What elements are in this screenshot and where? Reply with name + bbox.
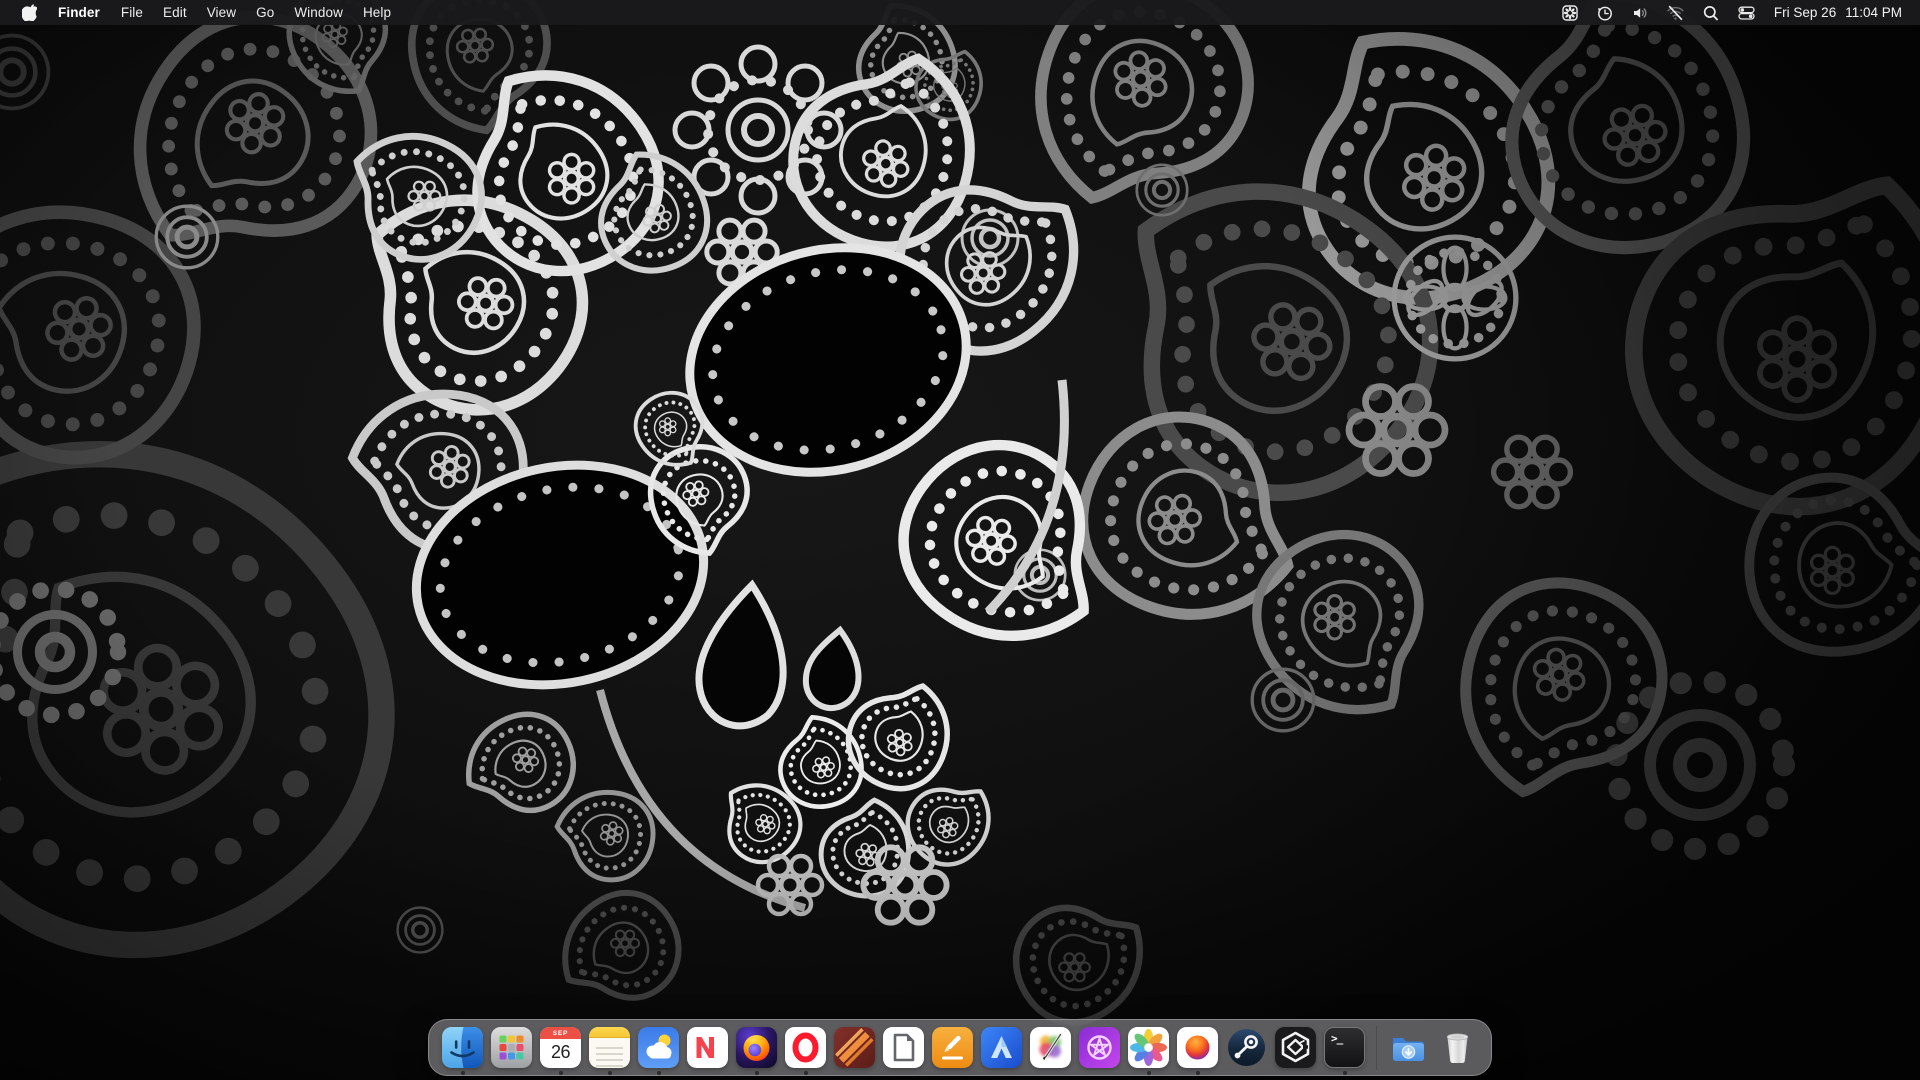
menu-window[interactable]: Window (284, 0, 353, 25)
menu-view[interactable]: View (197, 0, 246, 25)
menu-help[interactable]: Help (353, 0, 401, 25)
calendar-day: 26 (540, 1039, 581, 1068)
desktop: Finder File Edit View Go Window Help (0, 0, 1920, 1080)
dock: SEP 26 (428, 1019, 1492, 1076)
calendar-month: SEP (540, 1027, 581, 1039)
menu-finder[interactable]: Finder (47, 0, 111, 25)
affinity-designer-icon (981, 1027, 1022, 1068)
running-indicator (755, 1071, 759, 1075)
trash-icon (1437, 1027, 1478, 1068)
pages-icon (932, 1027, 973, 1068)
terminal-prompt-glyph: >_ (1331, 1032, 1342, 1045)
opera-icon (785, 1027, 826, 1068)
dock-item-libreoffice[interactable] (883, 1027, 924, 1068)
dock-item-trash[interactable] (1437, 1027, 1478, 1068)
running-indicator (1147, 1071, 1151, 1075)
apple-logo-icon (22, 4, 37, 21)
running-indicator (1196, 1071, 1200, 1075)
dock-item-news[interactable] (687, 1027, 728, 1068)
dock-item-steam[interactable] (1226, 1027, 1267, 1068)
news-icon (687, 1027, 728, 1068)
weather-icon (638, 1027, 679, 1068)
gradient-orb-icon (1177, 1027, 1218, 1068)
dock-item-opera[interactable] (785, 1027, 826, 1068)
dock-item-pages[interactable] (932, 1027, 973, 1068)
spotlight-icon[interactable] (1695, 0, 1727, 25)
photos-icon (1128, 1027, 1169, 1068)
terminal-icon: >_ (1324, 1027, 1365, 1068)
running-indicator (804, 1071, 808, 1075)
dock-item-downloads[interactable] (1388, 1027, 1429, 1068)
notes-icon (589, 1027, 630, 1068)
menu-bar-status: Fri Sep 26 11:04 PM (1554, 0, 1906, 25)
menu-bar-left: Finder File Edit View Go Window Help (20, 0, 401, 25)
clock-date: Fri Sep 26 (1774, 5, 1836, 20)
dock-item-pixelmator[interactable] (1030, 1027, 1071, 1068)
running-indicator (461, 1071, 465, 1075)
running-indicator (1343, 1071, 1347, 1075)
menu-file[interactable]: File (111, 0, 153, 25)
affinity-photo-icon (1079, 1027, 1120, 1068)
dock-item-affinity-designer[interactable] (981, 1027, 1022, 1068)
running-indicator (657, 1071, 661, 1075)
dock-item-affinity-photo[interactable] (1079, 1027, 1120, 1068)
running-indicator (608, 1071, 612, 1075)
dock-container: SEP 26 (0, 1019, 1920, 1076)
calendar-icon: SEP 26 (540, 1027, 581, 1068)
dock-separator (1376, 1026, 1377, 1070)
libreoffice-icon (883, 1027, 924, 1068)
menu-bar: Finder File Edit View Go Window Help (0, 0, 1920, 25)
menu-bar-clock[interactable]: Fri Sep 26 11:04 PM (1766, 5, 1906, 20)
dock-item-terminal[interactable]: >_ (1324, 1027, 1365, 1068)
dock-item-weather[interactable] (638, 1027, 679, 1068)
running-indicator (559, 1071, 563, 1075)
dock-item-notes[interactable] (589, 1027, 630, 1068)
pixelmator-icon (1030, 1027, 1071, 1068)
dock-item-photos[interactable] (1128, 1027, 1169, 1068)
dock-item-media-orb[interactable] (1177, 1027, 1218, 1068)
dock-item-cube-launcher[interactable] (1275, 1027, 1316, 1068)
menu-edit[interactable]: Edit (153, 0, 197, 25)
wifi-off-icon[interactable] (1659, 0, 1692, 25)
clock-time: 11:04 PM (1845, 5, 1902, 20)
dock-item-affinity-publisher[interactable] (834, 1027, 875, 1068)
firefox-icon (736, 1027, 777, 1068)
hexagon-cube-icon (1275, 1027, 1316, 1068)
steam-icon (1226, 1027, 1267, 1068)
apple-menu[interactable] (20, 0, 47, 25)
affinity-publisher-icon (834, 1027, 875, 1068)
paisley-skull-wallpaper (0, 0, 1920, 1080)
dock-item-finder[interactable] (442, 1027, 483, 1068)
menu-go[interactable]: Go (246, 0, 284, 25)
dock-item-calendar[interactable]: SEP 26 (540, 1027, 581, 1068)
dock-item-firefox[interactable] (736, 1027, 777, 1068)
downloads-folder-icon (1388, 1027, 1429, 1068)
launchpad-icon (491, 1027, 532, 1068)
dock-item-launchpad[interactable] (491, 1027, 532, 1068)
finder-icon (442, 1027, 483, 1068)
time-machine-icon[interactable] (1589, 0, 1621, 25)
pinwheel-app-status-icon[interactable] (1554, 0, 1586, 25)
control-center-icon[interactable] (1730, 0, 1763, 25)
volume-icon[interactable] (1624, 0, 1656, 25)
